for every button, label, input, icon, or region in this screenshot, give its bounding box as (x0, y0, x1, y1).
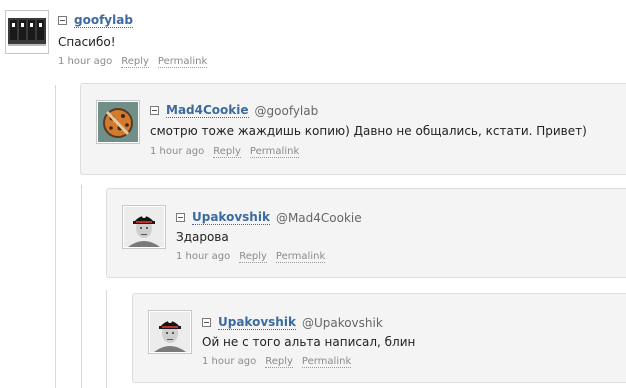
collapse-toggle-icon[interactable] (176, 213, 185, 222)
reply-link[interactable]: Reply (121, 56, 149, 68)
reply-to-mention: @Upakovshik (301, 315, 383, 330)
avatar-image-icon (124, 207, 164, 247)
reply-link[interactable]: Reply (239, 251, 267, 263)
avatar-image-icon (98, 102, 138, 142)
comment-author[interactable]: goofylab (74, 13, 133, 28)
collapse-toggle-icon[interactable] (202, 318, 211, 327)
comment-author[interactable]: Mad4Cookie (166, 103, 249, 118)
comment-meta: 1 hour ago Reply Permalink (58, 56, 208, 68)
reply-link[interactable]: Reply (265, 356, 293, 368)
comment-meta: 1 hour ago Reply Permalink (202, 356, 352, 368)
comment: goofylab Спасибо! 1 hour ago Reply Perma… (0, 0, 626, 80)
comment-meta: 1 hour ago Reply Permalink (150, 146, 300, 158)
thread-line (81, 185, 82, 388)
comment: Upakovshik @Upakovshik Ой не с того альт… (132, 293, 626, 383)
comment-meta: 1 hour ago Reply Permalink (176, 251, 326, 263)
permalink-link[interactable]: Permalink (275, 251, 326, 263)
comment-text: Ой не с того альта написал, блин (202, 335, 416, 349)
comment-author[interactable]: Upakovshik (192, 210, 270, 225)
avatar-image-icon (150, 312, 190, 352)
permalink-link[interactable]: Permalink (157, 56, 208, 68)
reply-to-mention: @Mad4Cookie (275, 210, 362, 225)
reply-to-mention: @goofylab (254, 103, 319, 118)
comment-text: Здарова (176, 230, 229, 244)
comment-text: Спасибо! (58, 35, 116, 49)
avatar[interactable] (148, 310, 192, 354)
comment-timestamp: 1 hour ago (176, 251, 231, 262)
comment-author[interactable]: Upakovshik (218, 315, 296, 330)
comment: Mad4Cookie @goofylab смотрю тоже жаждишь… (80, 83, 626, 175)
collapse-toggle-icon[interactable] (58, 16, 67, 25)
permalink-link[interactable]: Permalink (301, 356, 352, 368)
thread-line (55, 85, 56, 388)
permalink-link[interactable]: Permalink (249, 146, 300, 158)
comment-timestamp: 1 hour ago (58, 56, 113, 67)
comment: Upakovshik @Mad4Cookie Здарова 1 hour ag… (106, 188, 626, 278)
comment-text: смотрю тоже жаждишь копию) Давно не обща… (150, 124, 587, 138)
avatar-image-icon (7, 12, 47, 52)
comment-timestamp: 1 hour ago (150, 146, 205, 157)
reply-link[interactable]: Reply (213, 146, 241, 158)
avatar[interactable] (122, 205, 166, 249)
thread-line (106, 290, 107, 388)
avatar[interactable] (96, 100, 140, 144)
collapse-toggle-icon[interactable] (150, 106, 159, 115)
avatar[interactable] (5, 10, 49, 54)
comment-timestamp: 1 hour ago (202, 356, 257, 367)
